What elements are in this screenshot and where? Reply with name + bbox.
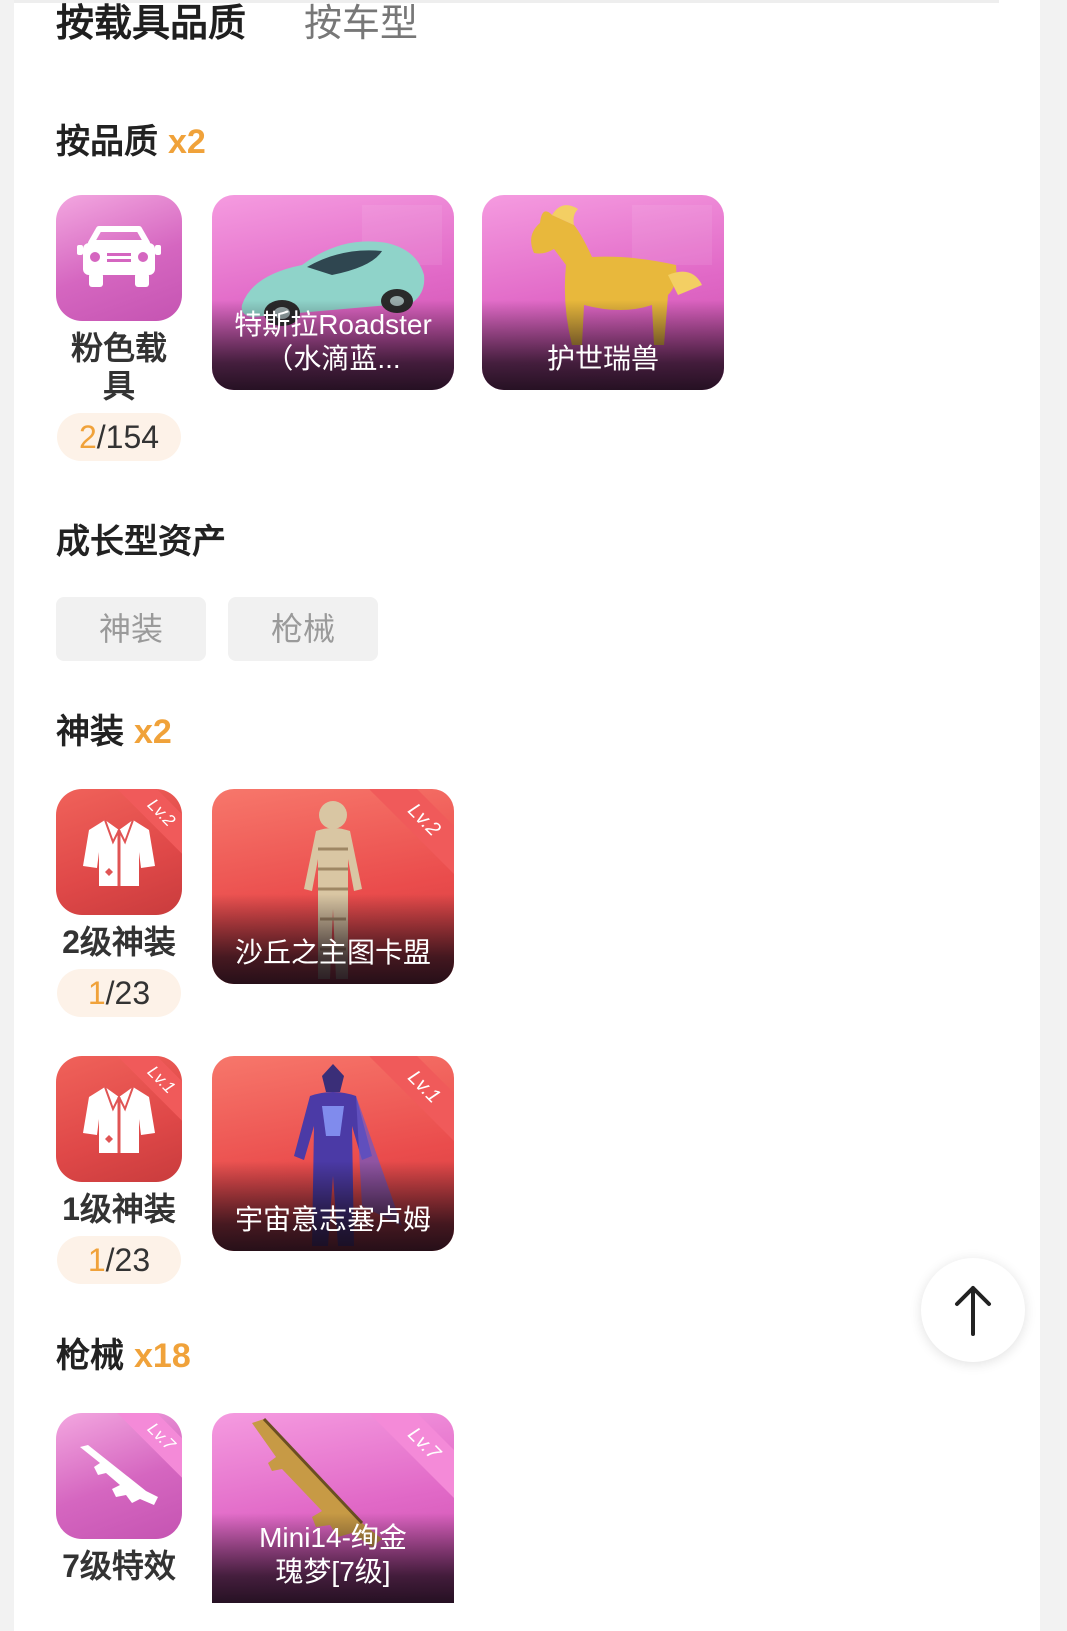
collection-progress: 2/154: [57, 413, 181, 461]
rifle-icon: [80, 1445, 158, 1505]
category-label: 1级神装: [62, 1191, 176, 1227]
jacket-icon: [83, 1086, 155, 1153]
section-title-text: 神装: [56, 713, 124, 751]
item-card[interactable]: Lv.1 宇宙意志塞卢姆: [212, 1056, 454, 1251]
tab-by-model[interactable]: 按车型: [304, 0, 418, 48]
section-count: x2: [134, 713, 172, 751]
category-level1-outfit[interactable]: Lv.1 1级神装 1/23: [56, 1056, 182, 1284]
category-level7-gun[interactable]: Lv.7 7级特效枪: [56, 1413, 182, 1587]
owned-count: 1: [87, 1242, 106, 1278]
item-name: Mini14-绚金瑰梦[7级]: [259, 1522, 407, 1587]
arrow-up-icon: [955, 1286, 991, 1336]
filter-guns[interactable]: 枪械: [228, 597, 378, 661]
collection-progress: 1/23: [57, 1236, 181, 1284]
category-label: 2级神装: [62, 924, 176, 960]
item-card[interactable]: Lv.2 沙丘之主图卡盟: [212, 789, 454, 984]
jacket-icon: [83, 819, 155, 886]
category-icon: [56, 195, 182, 321]
section-title-text: 按品质: [56, 123, 158, 161]
item-card[interactable]: 护世瑞兽: [482, 195, 724, 390]
outfit-section-title: 神装 x2: [56, 710, 172, 754]
section-count: x18: [134, 1337, 191, 1375]
item-name: 特斯拉Roadster（水滴蓝...: [234, 309, 432, 374]
tab-bar: 按载具品质 按车型: [56, 0, 418, 50]
tab-by-quality[interactable]: 按载具品质: [56, 0, 246, 48]
gun-section-title: 枪械 x18: [56, 1334, 191, 1378]
section-title-text: 枪械: [56, 1337, 124, 1375]
category-level2-outfit[interactable]: Lv.2 2级神装 1/23: [56, 789, 182, 1017]
growth-section-title: 成长型资产: [56, 523, 226, 561]
category-icon: Lv.7: [56, 1413, 182, 1539]
category-label: 7级特效枪: [62, 1548, 176, 1587]
item-name: 沙丘之主图卡盟: [234, 937, 431, 968]
filter-outfit[interactable]: 神装: [56, 597, 206, 661]
category-pink-vehicle[interactable]: 粉色载具 2/154: [56, 195, 182, 461]
section-count: x2: [168, 123, 206, 161]
category-icon: Lv.1: [56, 1056, 182, 1182]
total-count: /23: [105, 975, 151, 1011]
category-label: 粉色载具: [70, 330, 167, 404]
owned-count: 1: [87, 975, 106, 1011]
collection-progress: 1/23: [57, 969, 181, 1017]
item-name: 护世瑞兽: [546, 343, 659, 374]
jeep-icon: [77, 226, 161, 287]
quality-section-title: 按品质 x2: [56, 120, 206, 164]
total-count: /23: [105, 1242, 151, 1278]
back-to-top-button[interactable]: [921, 1258, 1025, 1362]
owned-count: 2: [78, 419, 97, 455]
item-name: 宇宙意志塞卢姆: [234, 1204, 431, 1235]
item-card[interactable]: 特斯拉Roadster（水滴蓝...: [212, 195, 454, 390]
category-icon: Lv.2: [56, 789, 182, 915]
total-count: /154: [96, 419, 160, 455]
item-card[interactable]: Lv.7 Mini14-绚金瑰梦[7级]: [212, 1413, 454, 1603]
